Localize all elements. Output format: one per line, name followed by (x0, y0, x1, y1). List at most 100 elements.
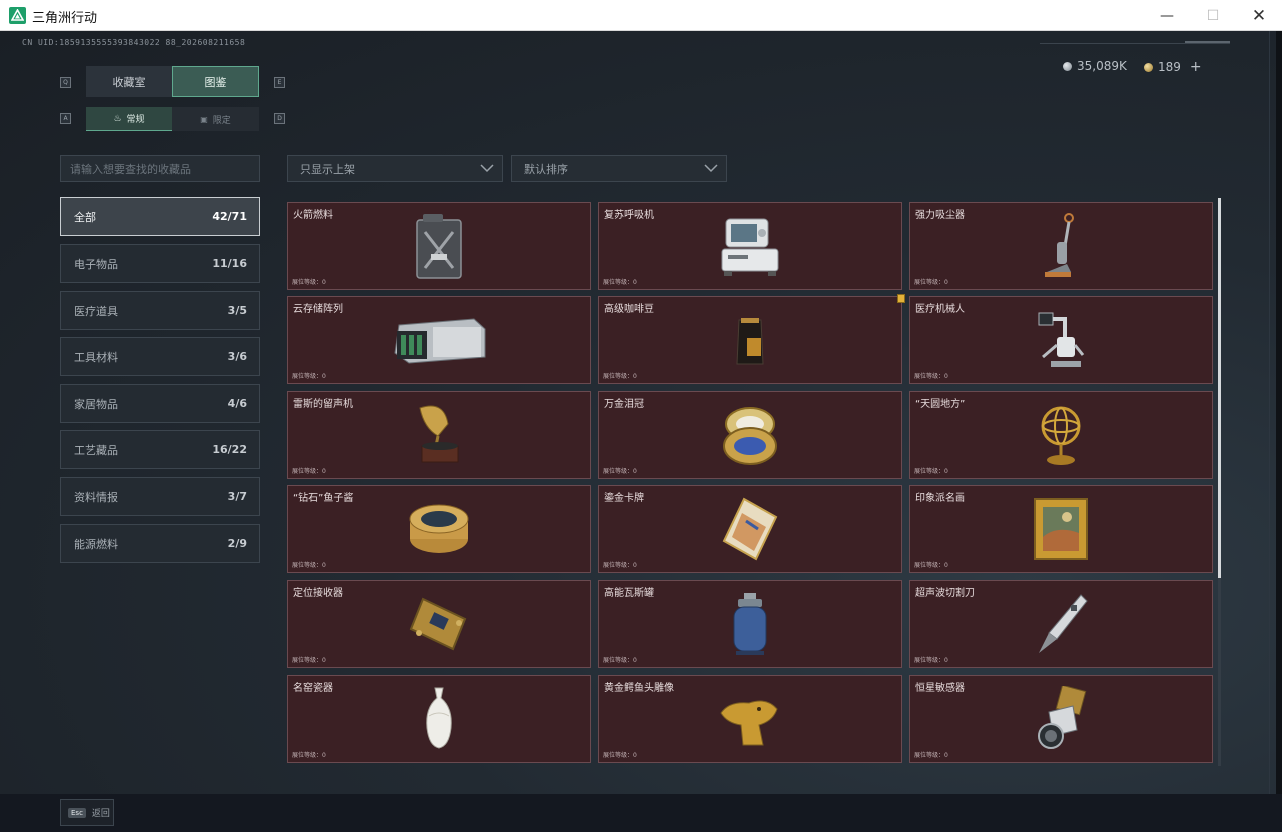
item-level: 展位等级：0 (603, 279, 637, 286)
esc-key-hint: Esc (68, 807, 86, 818)
item-card[interactable]: 万金泪冠 展位等级：0 (598, 391, 902, 479)
minimize-button[interactable]: — (1144, 0, 1190, 31)
gilded-card-icon (722, 497, 778, 561)
subtab-label: 限定 (212, 115, 231, 126)
currency-gold: 189 + (1144, 59, 1202, 75)
gramophone-icon (419, 405, 459, 463)
category-tools[interactable]: 工具材料 3/6 (60, 337, 260, 376)
key-hint-d: D (274, 113, 285, 124)
sort-value: 默认排序 (524, 162, 568, 176)
item-card[interactable]: 复苏呼吸机 展位等级：0 (598, 202, 902, 290)
item-card[interactable]: 黄金鳄鱼头雕像 展位等级：0 (598, 675, 902, 763)
sort-dropdown[interactable]: 默认排序 (511, 155, 727, 182)
item-level: 展位等级：0 (292, 657, 326, 664)
item-level: 展位等级：0 (603, 657, 637, 664)
coffee-bag-icon (736, 318, 764, 365)
category-label: 工具材料 (74, 350, 118, 364)
add-currency-button[interactable]: + (1190, 59, 1202, 75)
item-card[interactable]: 云存储阵列 展位等级：0 (287, 296, 591, 384)
search-input[interactable]: 请输入想要查找的收藏品 (60, 155, 260, 182)
category-all[interactable]: 全部 42/71 (60, 197, 260, 236)
item-name: 高级咖啡豆 (604, 304, 654, 315)
item-card[interactable]: 雷斯的留声机 展位等级：0 (287, 391, 591, 479)
item-card[interactable]: 鎏金卡牌 展位等级：0 (598, 485, 902, 573)
item-name: 雷斯的留声机 (293, 399, 353, 410)
category-medical[interactable]: 医疗道具 3/5 (60, 291, 260, 330)
item-card[interactable]: 名窑瓷器 展位等级：0 (287, 675, 591, 763)
key-hint-e: E (274, 77, 285, 88)
user-uid: CN UID:1859135555393843022 88_2026082116… (22, 38, 246, 47)
tab-collection-room[interactable]: 收藏室 (86, 66, 172, 97)
item-card[interactable]: 高级咖啡豆 展位等级：0 (598, 294, 905, 384)
item-name: 强力吸尘器 (915, 210, 965, 221)
category-label: 资料情报 (74, 490, 118, 504)
item-card[interactable]: “钻石”鱼子酱 展位等级：0 (287, 485, 591, 573)
back-label: 返回 (91, 809, 110, 819)
category-label: 医疗道具 (74, 304, 118, 318)
item-name: 医疗机械人 (915, 304, 965, 315)
item-grid: 火箭燃料 展位等级：0 复苏呼吸机 展位等级：0 强力吸尘器 展位等级：0 云存… (283, 198, 1219, 766)
app-logo-icon (9, 7, 26, 24)
item-level: 展位等级：0 (914, 468, 948, 475)
bottom-bar (0, 794, 1282, 832)
item-name: 复苏呼吸机 (604, 210, 654, 221)
new-badge (897, 294, 905, 303)
category-crafts[interactable]: 工艺藏品 16/22 (60, 430, 260, 469)
item-level: 展位等级：0 (292, 752, 326, 759)
item-level: 展位等级：0 (603, 752, 637, 759)
category-count: 4/6 (227, 397, 247, 410)
category-intel[interactable]: 资料情报 3/7 (60, 477, 260, 516)
item-name: 超声波切割刀 (915, 588, 975, 599)
flame-icon: ♨ (113, 113, 122, 124)
item-card[interactable]: 高能瓦斯罐 展位等级：0 (598, 580, 902, 668)
item-name: “天圆地方” (915, 399, 966, 410)
silver-coin-icon (1063, 61, 1072, 71)
key-hint-a: A (60, 113, 71, 124)
item-level: 展位等级：0 (914, 657, 948, 664)
gold-coin-icon (1144, 62, 1153, 72)
scrollbar-thumb[interactable] (1218, 198, 1221, 578)
item-card[interactable]: 医疗机械人 展位等级：0 (909, 296, 1213, 384)
armillary-sphere-icon (1041, 406, 1081, 465)
item-name: 云存储阵列 (293, 304, 343, 315)
storage-array-icon (394, 318, 486, 364)
subtab-limited[interactable]: ▣ 限定 (172, 107, 259, 131)
category-label: 能源燃料 (74, 537, 118, 551)
caviar-tin-icon (409, 504, 469, 553)
item-name: 名窑瓷器 (293, 683, 333, 694)
item-name: 定位接收器 (293, 588, 343, 599)
item-card[interactable]: 超声波切割刀 展位等级：0 (909, 580, 1213, 668)
category-household[interactable]: 家居物品 4/6 (60, 384, 260, 423)
ultrasonic-cutter-icon (1039, 594, 1088, 653)
star-sensor-icon (1038, 686, 1087, 749)
close-button[interactable]: ✕ (1236, 0, 1282, 31)
item-card[interactable]: 强力吸尘器 展位等级：0 (909, 202, 1213, 290)
subtab-regular[interactable]: ♨ 常规 (86, 107, 172, 131)
maximize-button[interactable]: ☐ (1190, 0, 1236, 31)
category-count: 3/6 (227, 350, 247, 363)
category-label: 家居物品 (74, 397, 118, 411)
item-card[interactable]: “天圆地方” 展位等级：0 (909, 391, 1213, 479)
category-electronics[interactable]: 电子物品 11/16 (60, 244, 260, 283)
silver-amount: 35,089K (1077, 59, 1127, 73)
item-name: 恒星敏感器 (915, 683, 965, 694)
category-label: 工艺藏品 (74, 443, 118, 457)
filter-dropdown[interactable]: 只显示上架 (287, 155, 503, 182)
item-card[interactable]: 定位接收器 展位等级：0 (287, 580, 591, 668)
tab-label: 图鉴 (204, 75, 227, 89)
category-label: 电子物品 (74, 257, 118, 271)
item-level: 展位等级：0 (914, 279, 948, 286)
category-count: 11/16 (212, 257, 247, 270)
item-card[interactable]: 印象派名画 展位等级：0 (909, 485, 1213, 573)
ventilator-icon (721, 218, 779, 276)
item-card[interactable]: 火箭燃料 展位等级：0 (287, 202, 591, 290)
back-button[interactable]: Esc 返回 (60, 799, 114, 826)
framed-painting-icon (1034, 498, 1088, 560)
tab-catalog[interactable]: 图鉴 (172, 66, 259, 97)
item-card[interactable]: 恒星敏感器 展位等级：0 (909, 675, 1213, 763)
item-name: 黄金鳄鱼头雕像 (604, 683, 674, 694)
item-level: 展位等级：0 (292, 562, 326, 569)
category-count: 16/22 (212, 443, 247, 456)
subtab-label: 常规 (126, 115, 145, 125)
category-energy[interactable]: 能源燃料 2/9 (60, 524, 260, 563)
